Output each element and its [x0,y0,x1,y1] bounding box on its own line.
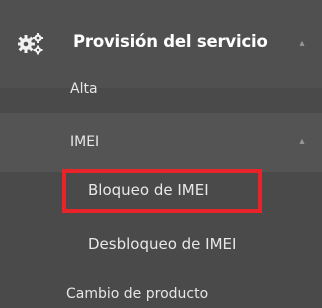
gears-icon [18,33,43,55]
chevron-up-icon[interactable]: ▴ [297,137,307,147]
chevron-up-icon[interactable]: ▴ [297,39,307,49]
menu-title[interactable]: Provisión del servicio [73,33,268,51]
menu-item-cambio-producto[interactable]: Cambio de producto [66,287,208,301]
menu-item-alta[interactable]: Alta [70,82,98,96]
imei-section-background [0,113,322,172]
submenu-item-desbloqueo-imei[interactable]: Desbloqueo de IMEI [88,237,236,252]
submenu-item-bloqueo-imei[interactable]: Bloqueo de IMEI [88,183,209,198]
menu-item-imei[interactable]: IMEI [70,135,99,149]
sidebar-menu: Provisión del servicio ▴ Alta IMEI ▴ Blo… [0,0,322,308]
